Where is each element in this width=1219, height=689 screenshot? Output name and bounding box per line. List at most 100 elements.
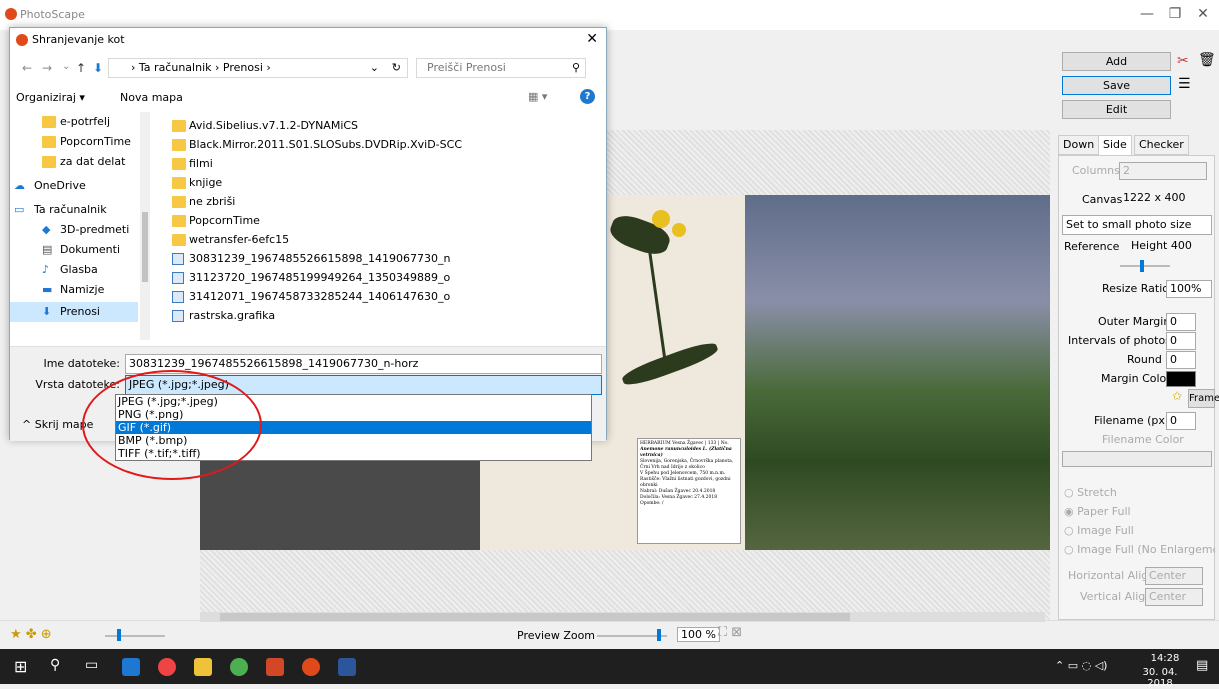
tab-down[interactable]: Down xyxy=(1058,135,1100,155)
tree-item[interactable]: ◆ 3D-predmeti xyxy=(10,220,129,240)
margin-color-label: Margin Color xyxy=(1101,372,1171,385)
radio-image-full-no-enlarge[interactable]: ○ Image Full (No Enlargement xyxy=(1064,543,1215,556)
filename-input[interactable]: 0 xyxy=(1166,412,1196,430)
address-bar[interactable]: › Ta računalnik › Prenosi › ⌄ ↻ xyxy=(108,58,408,78)
computer-icon: ▭ xyxy=(14,203,25,216)
cloud-icon: ☁ xyxy=(14,179,25,192)
remove-icon[interactable]: ✂ xyxy=(1177,53,1189,69)
tree-item[interactable]: ▤ Dokumenti xyxy=(10,240,120,260)
frame-button[interactable]: Frame xyxy=(1188,389,1219,408)
minimize-icon[interactable]: — xyxy=(1137,6,1157,22)
tree-item[interactable]: za dat delat xyxy=(10,152,125,172)
add-button[interactable]: Add xyxy=(1062,52,1171,71)
chrome-icon[interactable] xyxy=(158,658,176,676)
forward-icon[interactable]: → xyxy=(42,61,52,75)
folder-icon xyxy=(172,120,186,132)
windows-start-icon[interactable]: ⊞ xyxy=(14,657,27,676)
folder-icon xyxy=(172,234,186,246)
margin-color-picker[interactable] xyxy=(1166,371,1196,387)
reference-slider[interactable] xyxy=(1120,260,1170,272)
tree-item[interactable]: PopcornTime xyxy=(10,132,131,152)
favorites-icon[interactable]: ★ ✤ ⊕ xyxy=(10,627,52,642)
up-icon[interactable]: ↑ xyxy=(76,61,86,75)
tree-item[interactable]: ▬ Namizje xyxy=(10,280,104,300)
folder-tree[interactable]: e-potrfelj PopcornTime za dat delat ☁ One… xyxy=(10,112,150,340)
word-icon[interactable] xyxy=(338,658,356,676)
explorer-icon[interactable] xyxy=(194,658,212,676)
filename-text-field[interactable] xyxy=(1062,451,1212,467)
clock-time[interactable]: 14:28 xyxy=(1140,653,1190,664)
breadcrumb-current[interactable]: Prenosi xyxy=(223,61,263,74)
close-icon[interactable]: ✕ xyxy=(586,31,598,47)
horizontal-scrollbar[interactable] xyxy=(200,612,1045,622)
folder-icon xyxy=(172,158,186,170)
photo-left xyxy=(200,460,480,550)
tab-side[interactable]: Side xyxy=(1098,135,1132,155)
list-icon[interactable]: ☰ xyxy=(1178,76,1191,92)
powerpoint-icon[interactable] xyxy=(266,658,284,676)
photoscape-taskbar-icon[interactable] xyxy=(302,658,320,676)
bottom-toolbar: ★ ✤ ⊕ Preview Zoom 100 % ⛶ ⊠ xyxy=(0,620,1219,649)
tree-item-onedrive[interactable]: ☁ OneDrive xyxy=(10,176,86,196)
edge-icon[interactable] xyxy=(122,658,140,676)
help-icon[interactable]: ? xyxy=(580,89,595,104)
tree-item-this-pc[interactable]: ▭ Ta računalnik xyxy=(10,200,107,220)
tab-checker[interactable]: Checker xyxy=(1134,135,1189,155)
tree-scrollbar[interactable] xyxy=(140,112,150,340)
recent-dropdown-icon[interactable]: ⌄ xyxy=(62,61,70,72)
filename-input[interactable]: 30831239_1967485526615898_1419067730_n-h… xyxy=(125,354,602,374)
fit-icon[interactable]: ⛶ ⊠ xyxy=(718,625,742,640)
trash-icon[interactable]: 🗑 xyxy=(1198,52,1216,68)
close-icon[interactable]: ✕ xyxy=(1193,6,1213,22)
document-icon: ▤ xyxy=(42,243,53,256)
photo-landscape xyxy=(745,195,1050,550)
outer-margin-input[interactable]: 0 xyxy=(1166,313,1196,331)
edit-button[interactable]: Edit xyxy=(1062,100,1171,119)
intervals-input[interactable]: 0 xyxy=(1166,332,1196,350)
search-icon[interactable]: ⚲ xyxy=(50,657,60,673)
new-folder-button[interactable]: Nova mapa xyxy=(120,91,183,104)
refresh-icon[interactable]: ↻ xyxy=(392,59,401,77)
valign-label: Vertical Align xyxy=(1080,590,1153,603)
radio-stretch[interactable]: ○ Stretch xyxy=(1064,486,1117,499)
notifications-icon[interactable]: ▤ xyxy=(1196,658,1208,673)
tree-item[interactable]: ♪ Glasba xyxy=(10,260,98,280)
back-icon[interactable]: ← xyxy=(22,61,32,75)
breadcrumb-root[interactable]: › Ta računalnik › xyxy=(131,61,223,74)
utorrent-icon[interactable] xyxy=(230,658,248,676)
reference-label: Reference xyxy=(1064,240,1120,253)
chevron-down-icon[interactable]: ⌄ xyxy=(370,59,379,77)
thumb-size-slider[interactable] xyxy=(105,629,165,641)
maximize-icon[interactable]: ❐ xyxy=(1165,6,1185,22)
reference-value[interactable]: Height 400 xyxy=(1128,238,1212,256)
organize-button[interactable]: Organiziraj ▾ xyxy=(16,91,85,104)
app-title: PhotoScape xyxy=(20,8,85,21)
download-icon: ⬇ xyxy=(42,305,52,318)
search-input[interactable]: Preišči Prenosi xyxy=(416,58,586,78)
valign-select[interactable]: Center xyxy=(1145,588,1203,606)
round-label: Round xyxy=(1127,353,1162,366)
resize-input[interactable]: 100% xyxy=(1166,280,1212,298)
task-view-icon[interactable]: ▭ xyxy=(85,657,98,673)
app-titlebar: PhotoScape — ❐ ✕ xyxy=(0,0,1219,30)
chevron-up-icon: ^ xyxy=(22,418,32,431)
zoom-value: 100 % xyxy=(677,627,720,642)
radio-paper-full[interactable]: ◉ Paper Full xyxy=(1064,505,1131,518)
view-options-icon[interactable]: ▦ ▾ xyxy=(528,90,547,103)
filename-color-label: Filename Color xyxy=(1102,433,1184,446)
search-icon: ⚲ xyxy=(572,61,581,74)
halign-select[interactable]: Center xyxy=(1145,567,1203,585)
columns-select[interactable]: 2 xyxy=(1119,162,1207,180)
radio-image-full[interactable]: ○ Image Full xyxy=(1064,524,1134,537)
photoscape-icon xyxy=(5,8,17,20)
windows-taskbar: ⊞ ⚲ ▭ ⌃ ▭ ◌ ◁) 14:28 30. 04. 2018 ▤ xyxy=(0,649,1219,689)
tree-item[interactable]: e-potrfelj xyxy=(10,112,110,132)
zoom-slider[interactable] xyxy=(597,629,667,641)
tray-icons[interactable]: ⌃ ▭ ◌ ◁) xyxy=(1055,659,1107,672)
round-input[interactable]: 0 xyxy=(1166,351,1196,369)
save-button[interactable]: Save xyxy=(1062,76,1171,95)
tree-item-selected[interactable]: ⬇ Prenosi xyxy=(10,302,138,322)
size-mode-select[interactable]: Set to small photo size xyxy=(1062,215,1212,235)
clock-date[interactable]: 30. 04. 2018 xyxy=(1130,667,1190,689)
file-list[interactable]: Avid.Sibelius.v7.1.2-DYNAMiCS Black.Mirr… xyxy=(160,112,600,340)
